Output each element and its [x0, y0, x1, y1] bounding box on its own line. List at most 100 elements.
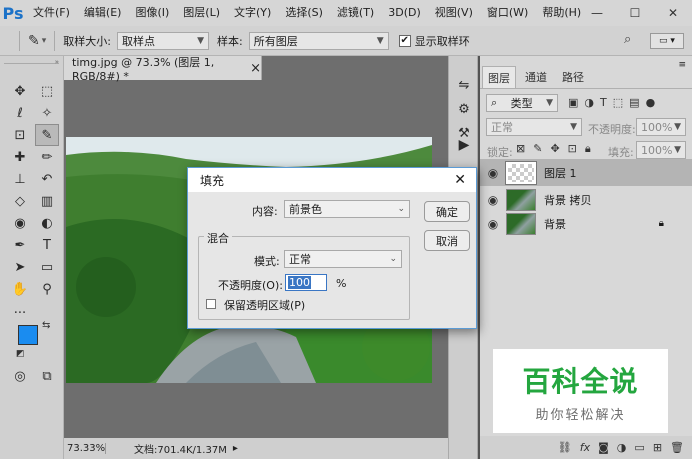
type-tool-icon[interactable]: T [35, 234, 59, 256]
smart-object-filter-icon[interactable]: ▤ [629, 96, 639, 109]
lock-position-icon[interactable]: ✥ [550, 142, 559, 156]
ok-button[interactable]: 确定 [424, 201, 470, 222]
zoom-tool-icon[interactable]: ⚲ [35, 278, 59, 300]
close-icon[interactable]: ✕ [454, 172, 466, 188]
visibility-eye-icon[interactable]: ◉ [480, 193, 506, 207]
opacity-field[interactable]: 100% ▼ [636, 118, 686, 136]
layer-kind-filter[interactable]: ⌕ 类型 ▼ [486, 94, 558, 112]
menu-item-8[interactable]: 视图(V) [428, 0, 480, 26]
layer-thumbnail [506, 212, 536, 235]
marquee-tool-icon[interactable]: ⬚ [35, 80, 59, 102]
visibility-eye-icon[interactable]: ◉ [480, 217, 506, 231]
adjustment-layer-icon[interactable]: ◑ [617, 441, 627, 454]
stamp-tool-icon[interactable]: ⊥ [8, 168, 32, 190]
menu-item-9[interactable]: 窗口(W) [480, 0, 535, 26]
image-filter-icon[interactable]: ▣ [568, 96, 578, 109]
menu-item-1[interactable]: 编辑(E) [77, 0, 129, 26]
history-brush-tool-icon[interactable]: ↶ [35, 168, 59, 190]
actions-play-icon[interactable]: ▶ [452, 134, 476, 156]
new-group-icon[interactable]: ▭ [634, 441, 644, 454]
hand-tool-icon[interactable]: ✋ [8, 278, 32, 300]
shape-filter-icon[interactable]: ⬚ [613, 96, 623, 109]
search-icon[interactable]: ⌕ [624, 32, 631, 47]
eyedropper-tool-icon[interactable]: ✎ [28, 33, 40, 49]
content-select[interactable]: 前景色 ⌄ [284, 200, 410, 218]
filter-toggle-icon[interactable]: ● [646, 96, 656, 109]
add-mask-icon[interactable]: ◙ [598, 441, 609, 454]
menu-item-4[interactable]: 文字(Y) [227, 0, 278, 26]
close-tab-icon[interactable]: × [250, 61, 261, 76]
show-ring-checkbox[interactable]: ✔ [398, 34, 411, 47]
minimize-button[interactable]: — [578, 0, 616, 26]
quick-mask-icon[interactable]: ◎ [8, 365, 32, 387]
fill-field[interactable]: 100% ▼ [636, 141, 686, 159]
mode-select[interactable]: 正常 ⌄ [284, 250, 402, 268]
opacity-input[interactable]: 100 [285, 274, 327, 291]
eraser-tool-icon[interactable]: ◇ [8, 190, 32, 212]
layer-style-icon[interactable]: fx [580, 441, 590, 454]
tab-layers[interactable]: 图层 [482, 66, 516, 88]
tab-channels[interactable]: 通道 [518, 66, 554, 88]
cancel-button[interactable]: 取消 [424, 230, 470, 251]
swap-colors-icon[interactable]: ⇆ [42, 320, 50, 331]
blur-tool-icon[interactable]: ◉ [8, 212, 32, 234]
sample-select[interactable]: 所有图层 ▼ [248, 31, 389, 50]
close-window-button[interactable]: ✕ [654, 0, 692, 26]
status-menu-arrow-icon[interactable]: ▸ [233, 443, 238, 454]
opacity-input-value: 100 [288, 276, 311, 289]
move-tool-icon[interactable]: ✥ [8, 80, 32, 102]
layer-row-layer1[interactable]: ◉ 图层 1 [480, 159, 692, 186]
layer-row-background-copy[interactable]: ◉ 背景 拷贝 [480, 186, 692, 213]
menu-item-2[interactable]: 图像(I) [128, 0, 176, 26]
document-tab[interactable]: timg.jpg @ 73.3% (图层 1, RGB/8#) * × [64, 56, 262, 83]
lock-transparent-icon[interactable]: ⊠ [516, 142, 525, 156]
lock-artboard-icon[interactable]: ⊡ [568, 142, 577, 156]
maximize-button[interactable]: ☐ [616, 0, 654, 26]
sample-size-value: 取样点 [121, 34, 155, 48]
healing-brush-tool-icon[interactable]: ✚ [8, 146, 32, 168]
blending-group-title: 混合 [204, 230, 232, 246]
panel-menu-icon[interactable]: ≡ [678, 60, 686, 70]
properties-panel-icon[interactable]: ⚙ [452, 98, 476, 120]
collapse-arrows-icon[interactable]: » [4, 58, 59, 66]
dialog-title: 填充 [200, 173, 225, 188]
quick-select-tool-icon[interactable]: ✧ [35, 102, 59, 124]
blend-mode-select[interactable]: 正常 ▼ [486, 118, 582, 136]
menu-item-6[interactable]: 滤镜(T) [330, 0, 381, 26]
more-tools-icon[interactable]: ··· [8, 302, 32, 324]
menu-item-5[interactable]: 选择(S) [278, 0, 330, 26]
path-select-tool-icon[interactable]: ➤ [8, 256, 32, 278]
link-layers-icon[interactable]: ⛓ [558, 441, 572, 454]
sample-size-select[interactable]: 取样点 ▼ [116, 31, 209, 50]
pen-tool-icon[interactable]: ✒ [8, 234, 32, 256]
watermark-main-text: 百科全说 [522, 364, 639, 398]
lock-image-icon[interactable]: ✎ [533, 142, 542, 156]
dodge-tool-icon[interactable]: ◐ [35, 212, 59, 234]
tool-preset-chevron-icon[interactable]: ▾ [42, 36, 47, 46]
layer-thumbnail [506, 188, 536, 211]
lasso-tool-icon[interactable]: ℓ [8, 102, 32, 124]
type-filter-icon[interactable]: T [600, 96, 607, 109]
delete-layer-icon[interactable]: 🗑︎ [670, 441, 684, 454]
foreground-color-swatch[interactable] [18, 325, 38, 345]
adjustment-filter-icon[interactable]: ◑ [584, 96, 594, 109]
shape-tool-icon[interactable]: ▭ [35, 256, 59, 278]
layer-row-background[interactable]: ◉ 背景 🔒︎ [480, 210, 692, 237]
gradient-tool-icon[interactable]: ▥ [35, 190, 59, 212]
zoom-level[interactable]: 73.33% [64, 443, 106, 454]
menu-item-3[interactable]: 图层(L) [176, 0, 227, 26]
new-layer-icon[interactable]: ⊞ [653, 441, 662, 454]
preserve-transparency-checkbox[interactable] [206, 299, 216, 309]
menu-item-0[interactable]: 文件(F) [26, 0, 77, 26]
menu-item-7[interactable]: 3D(D) [381, 0, 428, 26]
lock-all-icon[interactable]: 🔒︎ [585, 142, 591, 156]
history-panel-icon[interactable]: ⇋ [452, 74, 476, 96]
eyedropper-tool-icon[interactable]: ✎ [35, 124, 59, 146]
workspace-switcher[interactable]: ▭ ▾ [650, 33, 684, 49]
screen-mode-icon[interactable]: ⧉ [35, 365, 59, 387]
visibility-eye-icon[interactable]: ◉ [480, 166, 506, 180]
crop-tool-icon[interactable]: ⊡ [8, 124, 32, 146]
brush-tool-icon[interactable]: ✏ [35, 146, 59, 168]
tab-paths[interactable]: 路径 [556, 66, 590, 88]
default-colors-icon[interactable]: ◩ [16, 349, 25, 359]
